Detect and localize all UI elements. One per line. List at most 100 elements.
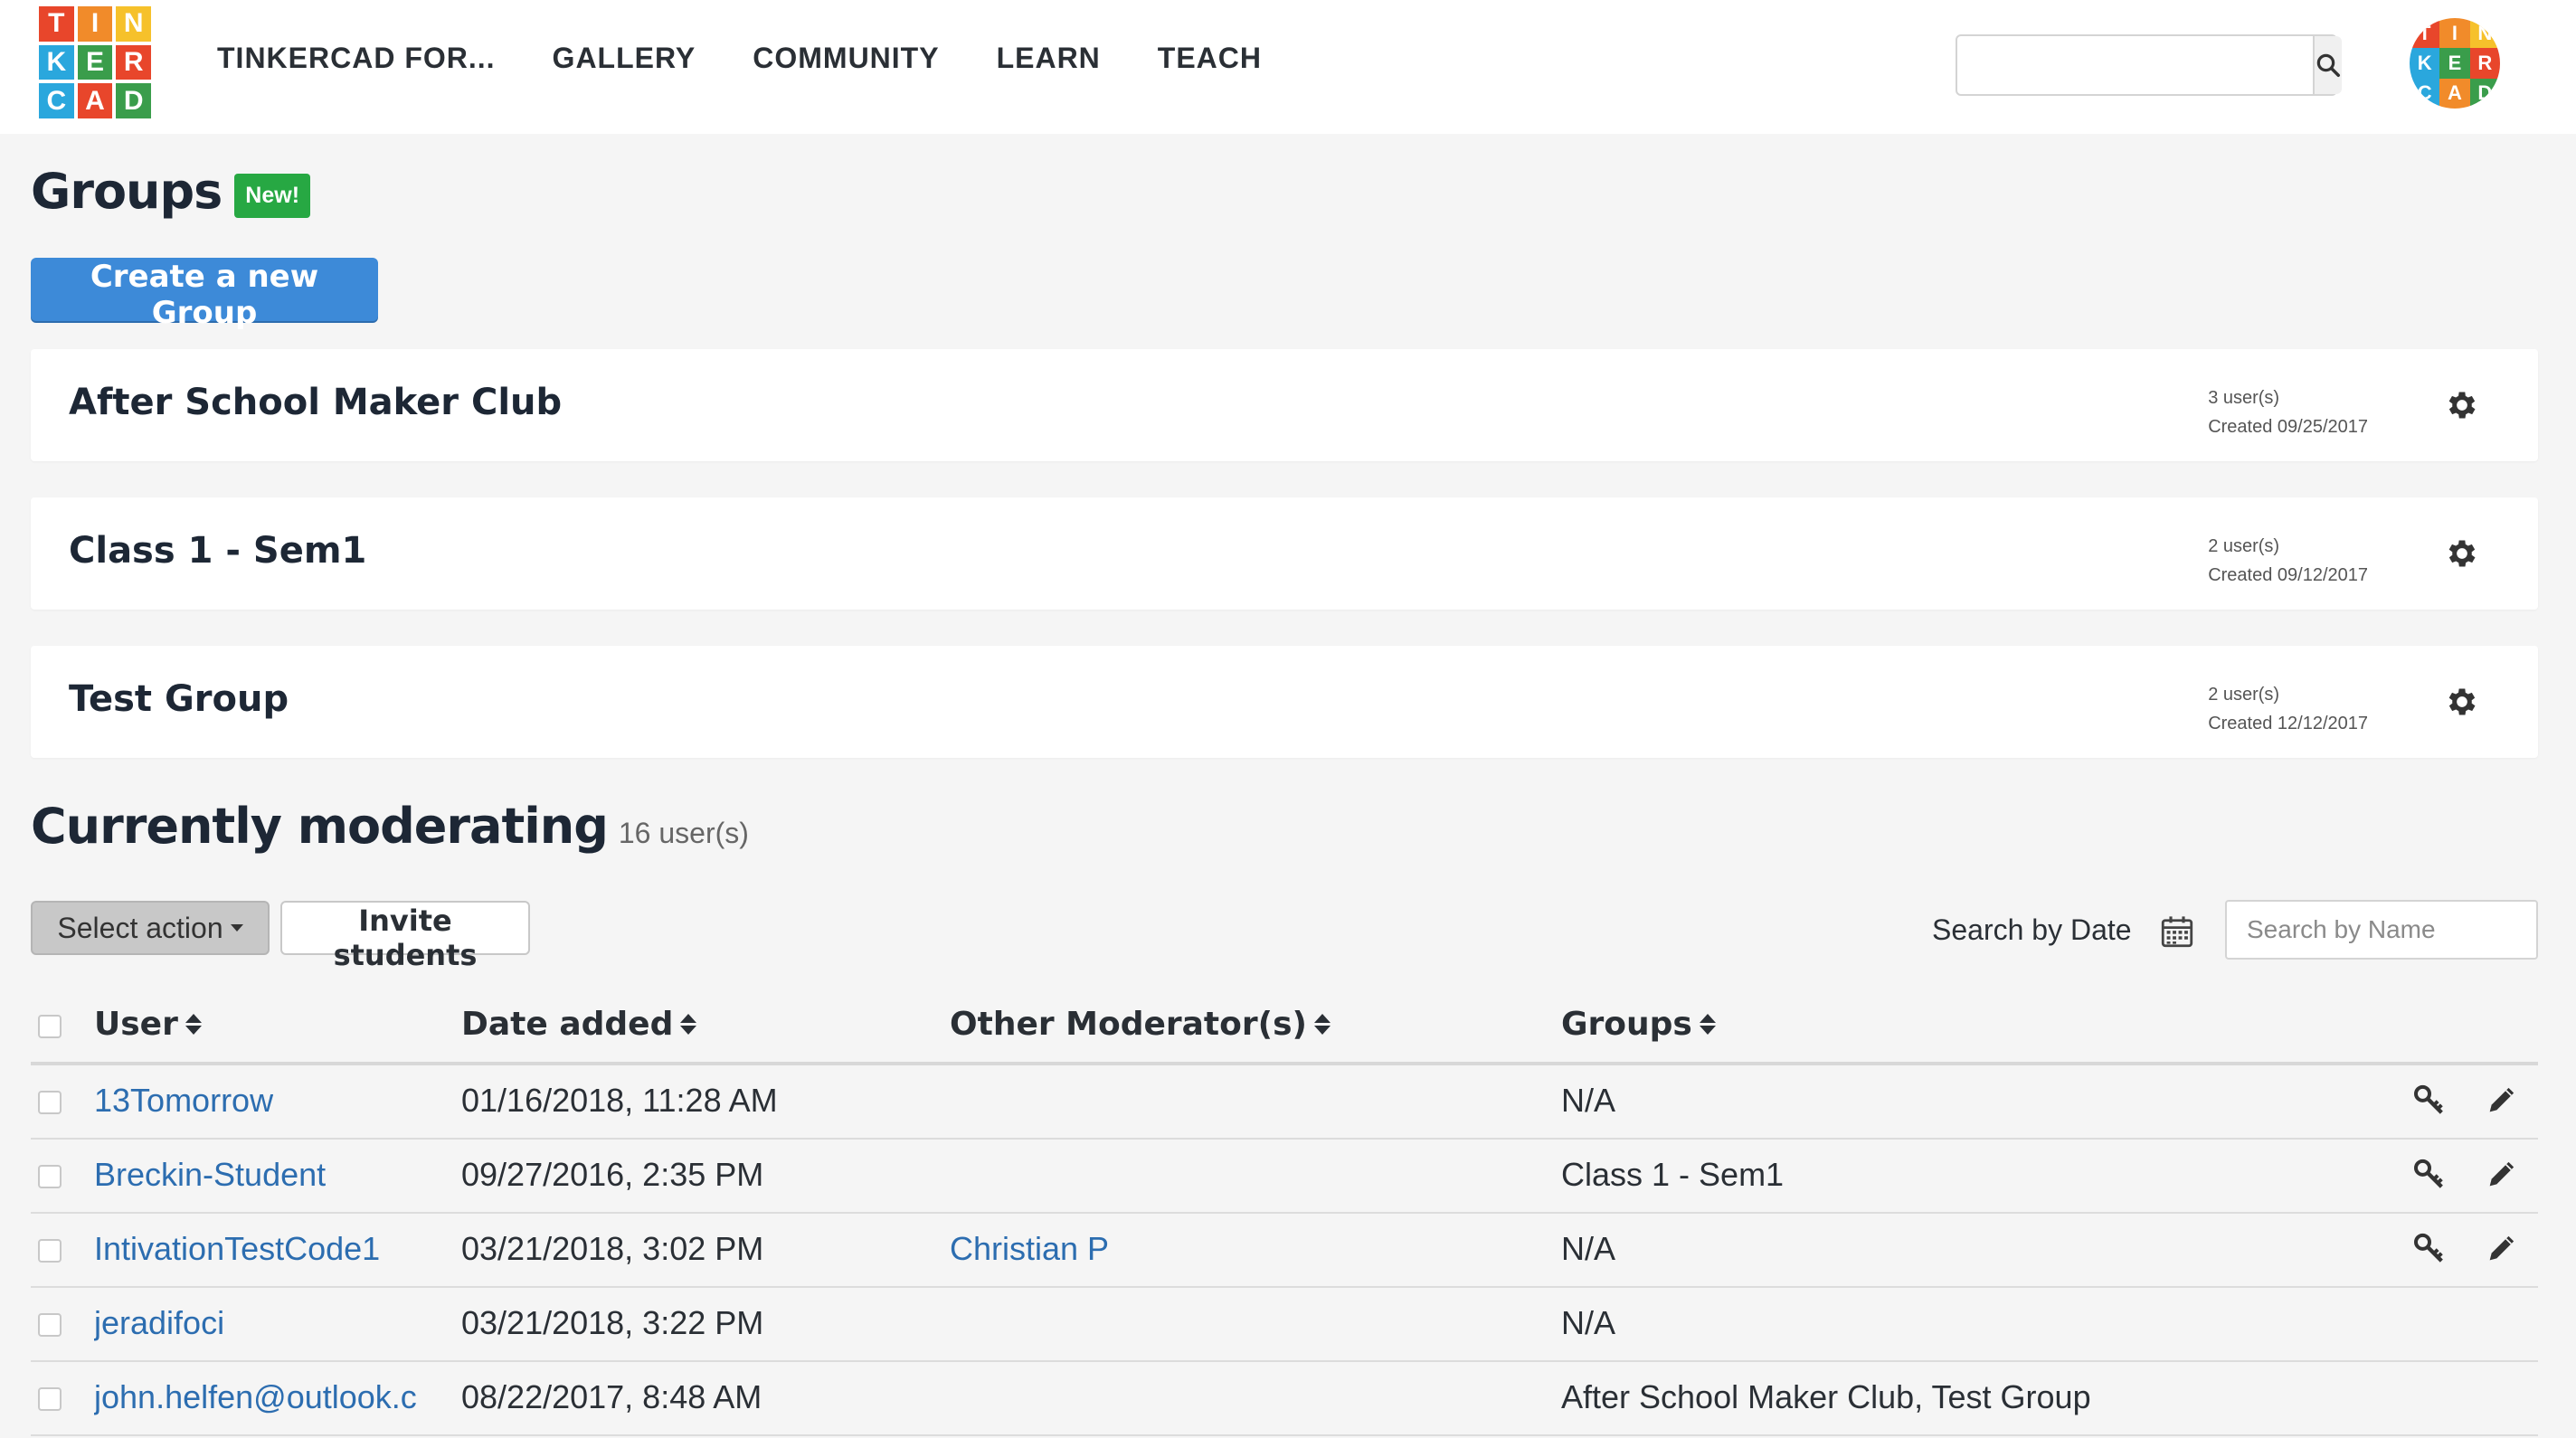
main-nav: TINKERCAD FOR... GALLERY COMMUNITY LEARN… — [217, 36, 1262, 80]
calendar-icon[interactable] — [2158, 912, 2196, 951]
avatar-letter: N — [2469, 18, 2500, 49]
user-link[interactable]: IntivationTestCode1 — [94, 1230, 380, 1268]
column-label: User — [94, 1006, 178, 1043]
logo-letter: C — [39, 83, 74, 118]
column-header-other-moderators[interactable]: Other Moderator(s) — [950, 1006, 1331, 1043]
moderating-user-count: 16 user(s) — [618, 817, 749, 849]
logo-letter: D — [116, 83, 151, 118]
nav-gallery[interactable]: GALLERY — [553, 36, 696, 80]
pencil-icon[interactable] — [2484, 1230, 2520, 1266]
group-name[interactable]: After School Maker Club — [69, 382, 562, 423]
user-link[interactable]: jeradifoci — [94, 1304, 224, 1342]
row-checkbox[interactable] — [38, 1091, 62, 1114]
search-by-date-label: Search by Date — [1932, 913, 2132, 946]
sort-icon — [680, 1014, 697, 1035]
sort-icon — [1313, 1014, 1331, 1035]
logo-letter: E — [77, 44, 113, 80]
group-created-date: Created 09/25/2017 — [2208, 417, 2368, 437]
date-added: 08/22/2017, 8:48 AM — [461, 1378, 762, 1415]
group-card[interactable]: Test Group 2 user(s) Created 12/12/2017 — [31, 646, 2538, 758]
group-created-date: Created 12/12/2017 — [2208, 714, 2368, 733]
date-added: 01/16/2018, 11:28 AM — [461, 1082, 778, 1119]
key-icon[interactable] — [2411, 1082, 2448, 1118]
sort-icon — [185, 1014, 202, 1035]
select-action-label: Select action — [57, 911, 223, 944]
date-added: 03/21/2018, 3:22 PM — [461, 1304, 764, 1341]
gear-icon[interactable] — [2444, 387, 2480, 423]
group-meta: 2 user(s) Created 09/12/2017 — [2208, 532, 2368, 590]
group-name[interactable]: Class 1 - Sem1 — [69, 530, 366, 572]
header-search-input[interactable] — [1957, 36, 2313, 94]
search-button[interactable] — [2313, 36, 2342, 94]
caret-down-icon — [230, 924, 243, 932]
group-meta: 2 user(s) Created 12/12/2017 — [2208, 680, 2368, 738]
nav-community[interactable]: COMMUNITY — [753, 36, 939, 80]
logo-letter: A — [77, 83, 113, 118]
date-added: 09/27/2016, 2:35 PM — [461, 1156, 764, 1193]
select-action-dropdown[interactable]: Select action — [31, 901, 270, 955]
row-actions — [2411, 1082, 2520, 1118]
table-body: 13Tomorrow 01/16/2018, 11:28 AM N/A Breckin… — [31, 1065, 2538, 1436]
group-name[interactable]: Test Group — [69, 678, 289, 720]
moderated-users-table: User Date added Other Moderator(s) Group… — [31, 991, 2538, 1436]
date-added: 03/21/2018, 3:02 PM — [461, 1230, 764, 1267]
row-actions — [2411, 1156, 2520, 1192]
row-checkbox[interactable] — [38, 1239, 62, 1263]
table-row: IntivationTestCode1 03/21/2018, 3:02 PM Ch… — [31, 1214, 2538, 1288]
top-navigation-bar: TINKERCAD TINKERCAD FOR... GALLERY COMMU… — [0, 0, 2576, 134]
group-user-count: 2 user(s) — [2208, 685, 2280, 705]
user-link[interactable]: john.helfen@outlook.c — [94, 1378, 417, 1416]
gear-icon[interactable] — [2444, 535, 2480, 572]
group-card[interactable]: After School Maker Club 3 user(s) Create… — [31, 349, 2538, 461]
pencil-icon[interactable] — [2484, 1156, 2520, 1192]
group-card[interactable]: Class 1 - Sem1 2 user(s) Created 09/12/2… — [31, 497, 2538, 610]
search-icon — [2316, 53, 2340, 77]
column-header-user[interactable]: User — [94, 1006, 202, 1043]
user-groups: After School Maker Club, Test Group — [1561, 1378, 2091, 1415]
search-by-name-input[interactable] — [2225, 900, 2538, 960]
nav-tinkercad-for[interactable]: TINKERCAD FOR... — [217, 36, 496, 80]
tinkercad-logo[interactable]: TIN KER CAD — [39, 6, 151, 118]
gear-icon[interactable] — [2444, 684, 2480, 720]
user-groups: Class 1 - Sem1 — [1561, 1156, 1785, 1193]
select-all-checkbox[interactable] — [38, 1015, 62, 1038]
table-header: User Date added Other Moderator(s) Group… — [31, 991, 2538, 1065]
column-label: Date added — [461, 1006, 674, 1043]
avatar-letter: I — [2439, 18, 2470, 49]
row-checkbox[interactable] — [38, 1165, 62, 1188]
column-label: Groups — [1561, 1006, 1692, 1043]
user-link[interactable]: 13Tomorrow — [94, 1082, 273, 1120]
logo-letter: I — [77, 6, 113, 42]
moderating-header: Currently moderating 16 user(s) — [31, 798, 749, 855]
group-user-count: 3 user(s) — [2208, 388, 2280, 408]
avatar-letter: R — [2469, 48, 2500, 79]
avatar-letter: E — [2439, 48, 2470, 79]
nav-teach[interactable]: TEACH — [1158, 36, 1262, 80]
nav-learn[interactable]: LEARN — [997, 36, 1101, 80]
sort-icon — [1699, 1014, 1716, 1035]
user-link[interactable]: Breckin-Student — [94, 1156, 326, 1194]
avatar-letter: D — [2469, 78, 2500, 109]
header-search — [1956, 34, 2342, 96]
avatar-letter: A — [2439, 78, 2470, 109]
logo-letter: N — [116, 6, 151, 42]
row-checkbox[interactable] — [38, 1387, 62, 1411]
create-group-button[interactable]: Create a new Group — [31, 258, 378, 331]
avatar-letter: K — [2410, 48, 2440, 79]
other-moderator-link[interactable]: Christian P — [950, 1230, 1109, 1268]
column-header-groups[interactable]: Groups — [1561, 1006, 1716, 1043]
group-user-count: 2 user(s) — [2208, 536, 2280, 556]
user-groups: N/A — [1561, 1230, 1616, 1267]
new-badge: New! — [234, 174, 311, 218]
key-icon[interactable] — [2411, 1156, 2448, 1192]
invite-students-button[interactable]: Invite students — [280, 901, 530, 972]
column-header-date-added[interactable]: Date added — [461, 1006, 697, 1043]
row-checkbox[interactable] — [38, 1313, 62, 1337]
logo-letter: T — [39, 6, 74, 42]
pencil-icon[interactable] — [2484, 1082, 2520, 1118]
table-row: Breckin-Student 09/27/2016, 2:35 PM Class … — [31, 1140, 2538, 1214]
table-row: jeradifoci 03/21/2018, 3:22 PM N/A — [31, 1288, 2538, 1362]
key-icon[interactable] — [2411, 1230, 2448, 1266]
user-avatar[interactable]: TINKERCAD — [2410, 18, 2500, 109]
avatar-letter: C — [2410, 78, 2440, 109]
